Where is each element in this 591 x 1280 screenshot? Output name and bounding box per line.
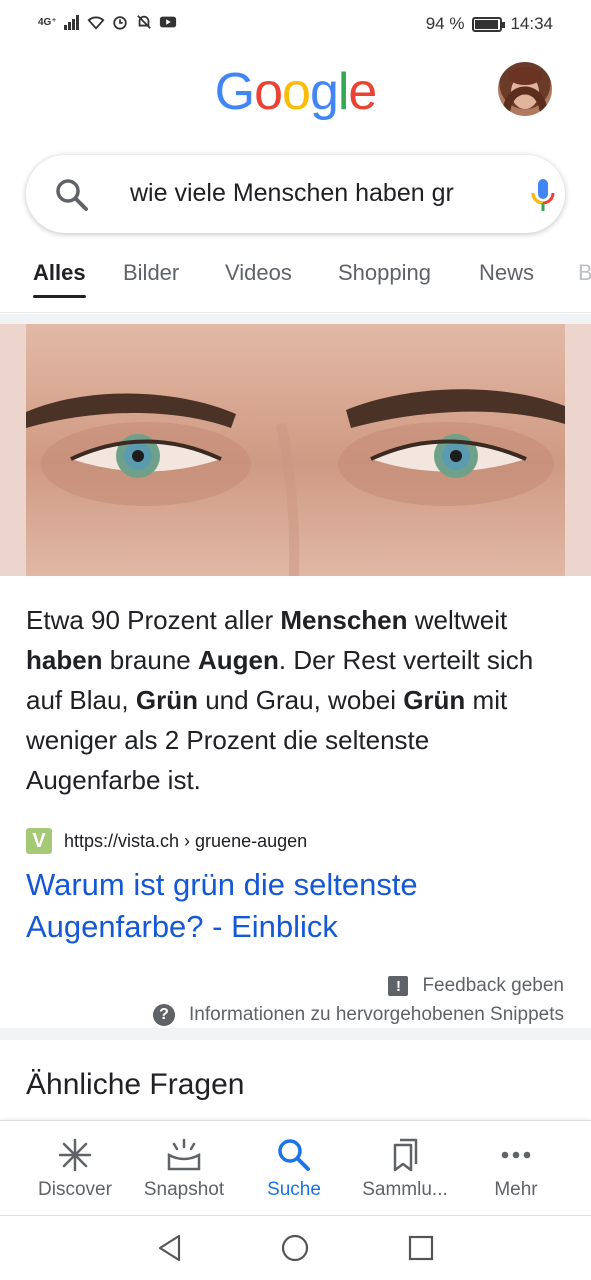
tab-more-clipped[interactable]: B — [578, 260, 591, 286]
section-divider — [0, 314, 591, 324]
source-url[interactable]: https://vista.ch › gruene-augen — [64, 831, 307, 852]
snippet-text-part: und Grau, wobei — [197, 685, 404, 715]
snippet-highlight: haben — [26, 645, 103, 675]
search-icon — [278, 1139, 310, 1171]
battery-fill — [475, 19, 498, 29]
tab-shopping[interactable]: Shopping — [338, 260, 431, 286]
tab-label: News — [479, 260, 535, 285]
search-box[interactable]: wie viele Menschen haben gr — [26, 155, 565, 233]
feedback-label: Feedback geben — [422, 975, 564, 996]
clock: 14:34 — [510, 14, 553, 33]
back-icon[interactable] — [155, 1233, 185, 1263]
more-icon — [501, 1151, 531, 1159]
search-icon[interactable] — [54, 177, 90, 213]
snippet-text-part: weltweit — [407, 605, 508, 635]
snippet-highlight: Grün — [403, 685, 466, 715]
search-input[interactable]: wie viele Menschen haben gr — [130, 179, 490, 208]
tab-videos[interactable]: Videos — [225, 260, 292, 286]
snippet-highlight: Menschen — [280, 605, 408, 635]
logo-letter: e — [348, 63, 377, 121]
status-left: 4G⁺ — [38, 14, 177, 30]
status-right: 94 % 14:34 — [426, 14, 553, 34]
tab-label: Shopping — [338, 260, 431, 285]
snippet-text-part: Etwa 90 Prozent aller — [26, 605, 281, 635]
avatar-image — [502, 67, 548, 116]
snippet-info-link[interactable]: ? Informationen zu hervorgehobenen Snipp… — [153, 1004, 564, 1026]
snapshot-icon — [167, 1138, 201, 1171]
help-icon: ? — [153, 1004, 176, 1026]
collections-icon — [393, 1138, 418, 1172]
eyes-illustration — [26, 389, 565, 576]
nav-collections[interactable]: Sammlu... — [350, 1135, 460, 1201]
site-favicon: V — [26, 828, 52, 854]
mic-icon[interactable] — [528, 177, 558, 213]
status-bar: 4G⁺ 94 % 14:34 — [0, 0, 591, 48]
featured-image-frame — [0, 324, 591, 576]
section-divider — [0, 1028, 591, 1040]
related-questions-heading: Ähnliche Fragen — [26, 1068, 245, 1101]
tab-alles[interactable]: Alles — [33, 260, 86, 298]
asterisk-icon — [58, 1138, 92, 1172]
logo-letter: o — [282, 63, 311, 121]
tab-label: Alles — [33, 260, 86, 285]
nav-label: Discover — [38, 1179, 112, 1200]
nav-label: Snapshot — [143, 1179, 225, 1200]
bottom-navigation: Discover Snapshot Suche Sammlu... Mehr — [0, 1120, 591, 1215]
tab-news[interactable]: News — [479, 260, 534, 286]
snippet-info-label: Informationen zu hervorgehobenen Snippet… — [189, 1004, 564, 1025]
feedback-button[interactable]: ! Feedback geben — [388, 975, 564, 997]
alarm-icon — [112, 16, 127, 30]
nav-label: Sammlu... — [362, 1179, 448, 1200]
mute-icon — [136, 15, 151, 29]
logo-letter: l — [337, 63, 350, 121]
snippet-highlight: Grün — [135, 685, 198, 715]
logo-letter: G — [214, 63, 255, 121]
logo-letter: o — [254, 63, 283, 121]
search-tabs: Alles Bilder Videos Shopping News B — [0, 255, 591, 313]
signal-icon — [63, 15, 79, 30]
profile-avatar[interactable] — [498, 62, 552, 116]
nav-search[interactable]: Suche — [239, 1135, 349, 1201]
tab-label: Bilder — [123, 260, 180, 285]
nav-snapshot[interactable]: Snapshot — [129, 1135, 239, 1201]
logo-letter: g — [309, 63, 339, 121]
featured-snippet-text: Etwa 90 Prozent aller Menschen weltweit … — [26, 600, 566, 800]
tab-active-indicator — [33, 295, 86, 298]
snippet-highlight: Augen — [197, 645, 279, 675]
home-icon[interactable] — [280, 1233, 310, 1263]
nav-label: Mehr — [494, 1179, 538, 1200]
nav-more[interactable]: Mehr — [461, 1135, 571, 1201]
feedback-icon: ! — [388, 976, 409, 996]
nav-discover[interactable]: Discover — [20, 1135, 130, 1201]
snippet-text-part: braune — [102, 645, 198, 675]
battery-icon — [472, 16, 506, 32]
recents-icon[interactable] — [406, 1233, 436, 1263]
tab-label: B — [578, 260, 591, 285]
result-title-link[interactable]: Warum ist grün die seltenste Augenfarbe?… — [26, 864, 546, 948]
snippet-source[interactable]: V https://vista.ch › gruene-augen — [26, 828, 307, 854]
youtube-icon — [159, 16, 176, 28]
network-type: 4G⁺ — [38, 16, 57, 28]
system-navigation-bar — [0, 1215, 591, 1280]
nav-label: Suche — [267, 1179, 321, 1200]
eyes-image[interactable] — [26, 324, 565, 576]
wifi-icon — [87, 16, 105, 30]
battery-percent: 94 % — [425, 14, 465, 33]
tab-label: Videos — [225, 260, 292, 285]
tab-bilder[interactable]: Bilder — [123, 260, 179, 286]
